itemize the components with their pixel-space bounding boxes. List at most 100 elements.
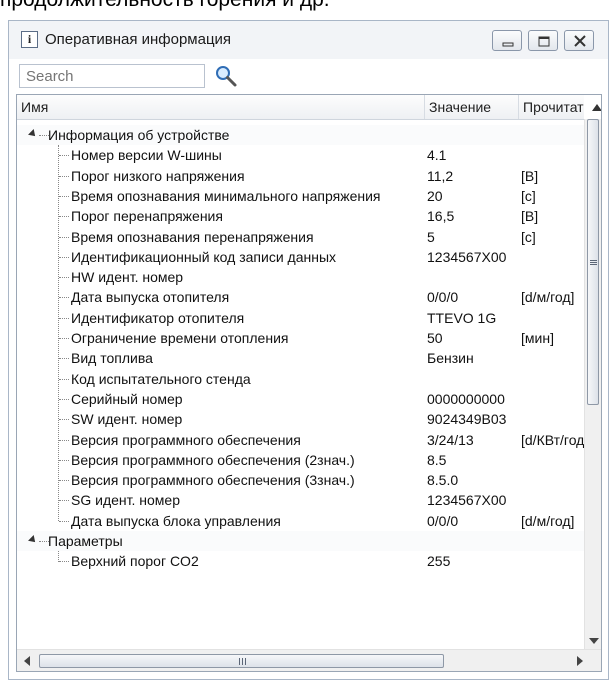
- table-row[interactable]: Номер версии W-шины 4.1: [17, 145, 584, 165]
- group-label: Информация об устройстве: [48, 127, 230, 143]
- table-row[interactable]: Порог перенапряжения 16,5 [В]: [17, 206, 584, 226]
- tree-connector: [59, 236, 69, 238]
- table-row[interactable]: Ограничение времени отопления 50 [мин]: [17, 328, 584, 348]
- row-name: Номер версии W-шины: [71, 147, 222, 164]
- table-row[interactable]: Код испытательного стенда: [17, 369, 584, 389]
- search-input[interactable]: [19, 64, 205, 88]
- row-value: 50: [427, 330, 443, 346]
- table-row[interactable]: Время опознавания перенапряжения 5 [с]: [17, 227, 584, 247]
- row-value: 11,2: [427, 167, 454, 184]
- tree-group-row[interactable]: Информация об устройстве: [17, 125, 584, 145]
- window-title: Оперативная информация: [45, 31, 232, 48]
- row-name: Порог низкого напряжения: [71, 167, 245, 184]
- column-header-value[interactable]: Значение: [425, 95, 519, 119]
- tree-connector: [59, 459, 69, 461]
- row-name: Идентификатор отопителя: [71, 309, 245, 326]
- row-value: 1234567X00: [427, 248, 507, 265]
- horizontal-scroll-thumb[interactable]: [39, 654, 444, 668]
- table-row[interactable]: Серийный номер 0000000000: [17, 389, 584, 409]
- grip-line: [245, 658, 246, 665]
- top-caption: продолжительность горения и др.: [0, 0, 330, 12]
- vertical-scrollbar[interactable]: [584, 119, 601, 649]
- row-value: 16,5: [427, 208, 455, 225]
- row-value: 20: [427, 187, 443, 204]
- tree-vertical-line: [58, 145, 59, 521]
- scroll-up-icon[interactable]: [592, 104, 601, 111]
- grip-line: [590, 262, 597, 263]
- row-name: Вид топлива: [71, 350, 153, 367]
- table-row[interactable]: Верхний порог CO2 255: [17, 551, 584, 571]
- tree-connector: [59, 419, 69, 421]
- table-row[interactable]: Идентификатор отопителя TTEVO 1G: [17, 308, 584, 328]
- tree-connector: [59, 277, 69, 279]
- tree-vertical-line: [58, 551, 59, 562]
- row-unit: [d/КВт/год]: [521, 431, 584, 448]
- row-unit: [с]: [521, 187, 536, 204]
- minimize-button[interactable]: [492, 30, 522, 51]
- group-label: Параметры: [48, 533, 123, 549]
- tree-connector: [59, 175, 69, 177]
- table-row[interactable]: Порог низкого напряжения 11,2 [В]: [17, 166, 584, 186]
- tree-connector: [59, 561, 69, 563]
- tree-connector: [59, 520, 69, 522]
- tree-connector: [59, 358, 69, 360]
- row-unit: [с]: [521, 228, 536, 245]
- scroll-right-icon[interactable]: [577, 656, 583, 666]
- row-name: Дата выпуска отопителя: [71, 289, 230, 306]
- tree-connector: [59, 439, 69, 441]
- row-value: 0/0/0: [427, 512, 459, 529]
- table-row[interactable]: Время опознавания минимального напряжени…: [17, 186, 584, 206]
- row-unit: [мин]: [521, 330, 554, 346]
- collapse-arrow-icon[interactable]: [28, 129, 38, 139]
- table-row[interactable]: Дата выпуска блока управления 0/0/0 [d/м/г…: [17, 511, 584, 531]
- close-button[interactable]: [564, 30, 594, 51]
- search-button[interactable]: [213, 63, 239, 89]
- grip-line: [239, 658, 240, 665]
- close-icon: [574, 35, 586, 47]
- row-name: HW идент. номер: [71, 269, 184, 286]
- row-name: SG идент. номер: [71, 492, 180, 509]
- table-row[interactable]: Вид топлива Бензин: [17, 348, 584, 368]
- table-row[interactable]: Идентификационный код записи данных 12345…: [17, 247, 584, 267]
- tree-connector: [59, 500, 69, 502]
- tree-connector: [59, 338, 69, 339]
- table-row[interactable]: Версия программного обеспечения 3/24/13 [d…: [17, 430, 584, 450]
- column-header-read[interactable]: Прочитать: [519, 95, 584, 119]
- tree-connector: [59, 195, 69, 197]
- tree-connector: [59, 480, 69, 482]
- horizontal-scrollbar[interactable]: [17, 649, 601, 671]
- grid-header: Имя Значение Прочитать: [17, 95, 584, 120]
- table-row[interactable]: Дата выпуска отопителя 0/0/0 [d/м/год]: [17, 287, 584, 307]
- row-value: 8.5.0: [427, 472, 459, 489]
- tree-group-row[interactable]: Параметры: [17, 531, 584, 551]
- table-row[interactable]: Версия программного обеспечения (2знач.)…: [17, 450, 584, 470]
- info-grid: Имя Значение Прочитать Информация об уст…: [16, 94, 602, 672]
- row-name: Верхний порог CO2: [71, 553, 199, 570]
- row-name: Ограничение времени отопления: [71, 330, 289, 346]
- vertical-scroll-thumb[interactable]: [587, 119, 599, 405]
- title-bar: i Оперативная информация: [9, 21, 608, 59]
- table-row[interactable]: SW идент. номер 9024349B03: [17, 409, 584, 429]
- maximize-button[interactable]: [528, 30, 558, 51]
- row-unit: [d/м/год]: [521, 289, 575, 306]
- row-name: Код испытательного стенда: [71, 370, 251, 387]
- table-row[interactable]: Версия программного обеспечения (3знач.)…: [17, 470, 584, 490]
- row-value: 8.5: [427, 451, 447, 468]
- row-name: Время опознавания перенапряжения: [71, 228, 314, 245]
- row-unit: [В]: [521, 167, 539, 184]
- row-name: Дата выпуска блока управления: [71, 512, 281, 529]
- row-name: Время опознавания минимального напряжени…: [71, 187, 381, 204]
- grip-line: [590, 260, 597, 261]
- column-header-name[interactable]: Имя: [17, 95, 425, 119]
- tree-connector: [59, 256, 69, 258]
- row-value: 5: [427, 228, 435, 245]
- scroll-left-icon[interactable]: [24, 656, 30, 666]
- collapse-arrow-icon[interactable]: [28, 535, 38, 545]
- scroll-down-icon[interactable]: [589, 638, 599, 644]
- magnifier-icon: [216, 66, 237, 87]
- maximize-icon: [538, 36, 550, 47]
- table-row[interactable]: HW идент. номер: [17, 267, 584, 287]
- row-name: Версия программного обеспечения: [71, 431, 301, 448]
- table-row[interactable]: SG идент. номер 1234567X00: [17, 490, 584, 510]
- tree-connector: [59, 317, 69, 319]
